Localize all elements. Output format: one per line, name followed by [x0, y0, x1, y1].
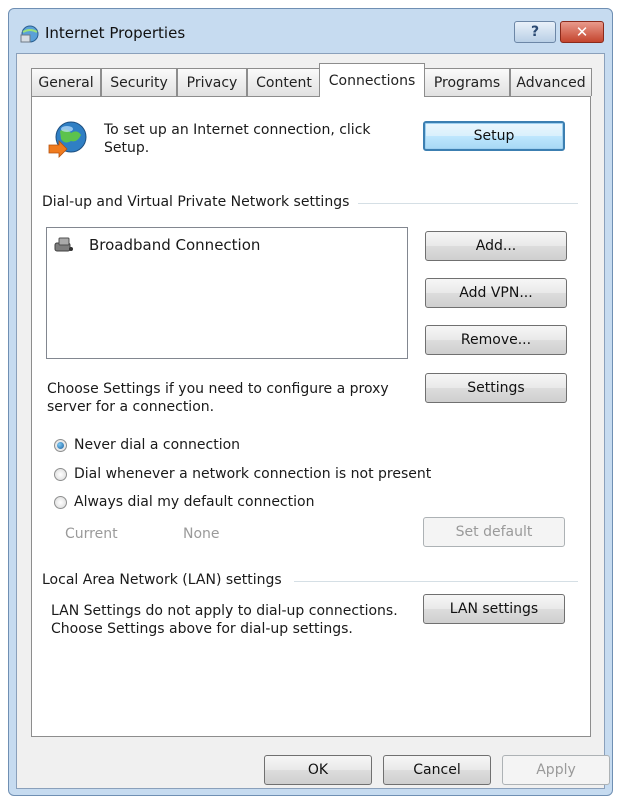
always-dial-radio[interactable] [54, 496, 67, 509]
lan-group-label: Local Area Network (LAN) settings [42, 572, 282, 588]
current-value: None [183, 526, 220, 542]
setup-instructions: To set up an Internet connection, click … [104, 122, 371, 156]
broadband-connection-icon [54, 237, 73, 252]
never-dial-radio[interactable] [54, 439, 67, 452]
connections-panel: To set up an Internet connection, click … [31, 96, 591, 737]
internet-properties-icon [20, 25, 39, 43]
lan-group-divider [294, 581, 578, 582]
close-button[interactable]: ✕ [560, 21, 604, 43]
apply-button[interactable]: Apply [502, 755, 610, 785]
proxy-instructions: Choose Settings if you need to configure… [47, 381, 389, 415]
set-default-button[interactable]: Set default [423, 517, 565, 547]
tab-advanced[interactable]: Advanced [510, 68, 592, 96]
list-item[interactable]: Broadband Connection [53, 236, 260, 254]
internet-properties-window: Internet Properties ? ✕ General Security… [8, 8, 613, 796]
tab-privacy[interactable]: Privacy [177, 68, 247, 96]
current-label: Current [65, 526, 118, 542]
dial-when-no-network-radio[interactable] [54, 468, 67, 481]
lan-settings-button[interactable]: LAN settings [423, 594, 565, 624]
tab-general[interactable]: General [31, 68, 101, 96]
ok-button[interactable]: OK [264, 755, 372, 785]
connection-name: Broadband Connection [89, 236, 261, 254]
close-icon: ✕ [575, 23, 589, 41]
window-title: Internet Properties [45, 24, 186, 42]
settings-button[interactable]: Settings [425, 373, 567, 403]
tab-security[interactable]: Security [101, 68, 177, 96]
never-dial-label[interactable]: Never dial a connection [74, 436, 240, 454]
setup-button[interactable]: Setup [423, 121, 565, 151]
tab-connections[interactable]: Connections [319, 63, 425, 97]
add-button[interactable]: Add... [425, 231, 567, 261]
tab-content[interactable]: Content [247, 68, 321, 96]
globe-network-icon [48, 121, 87, 158]
remove-button[interactable]: Remove... [425, 325, 567, 355]
lan-instructions: LAN Settings do not apply to dial-up con… [51, 603, 398, 637]
dialup-group-label: Dial-up and Virtual Private Network sett… [42, 194, 350, 210]
dialup-group-divider [358, 203, 578, 204]
connections-listbox[interactable]: Broadband Connection [46, 227, 408, 359]
dialog-client-area: General Security Privacy Content Connect… [16, 53, 610, 789]
always-dial-label[interactable]: Always dial my default connection [74, 493, 314, 511]
add-vpn-button[interactable]: Add VPN... [425, 278, 567, 308]
help-button[interactable]: ? [514, 21, 556, 43]
cancel-button[interactable]: Cancel [383, 755, 491, 785]
dial-when-no-network-label[interactable]: Dial whenever a network connection is no… [74, 465, 431, 483]
help-icon: ? [530, 24, 540, 40]
tab-programs[interactable]: Programs [424, 68, 510, 96]
title-bar[interactable]: Internet Properties ? ✕ [9, 9, 612, 55]
